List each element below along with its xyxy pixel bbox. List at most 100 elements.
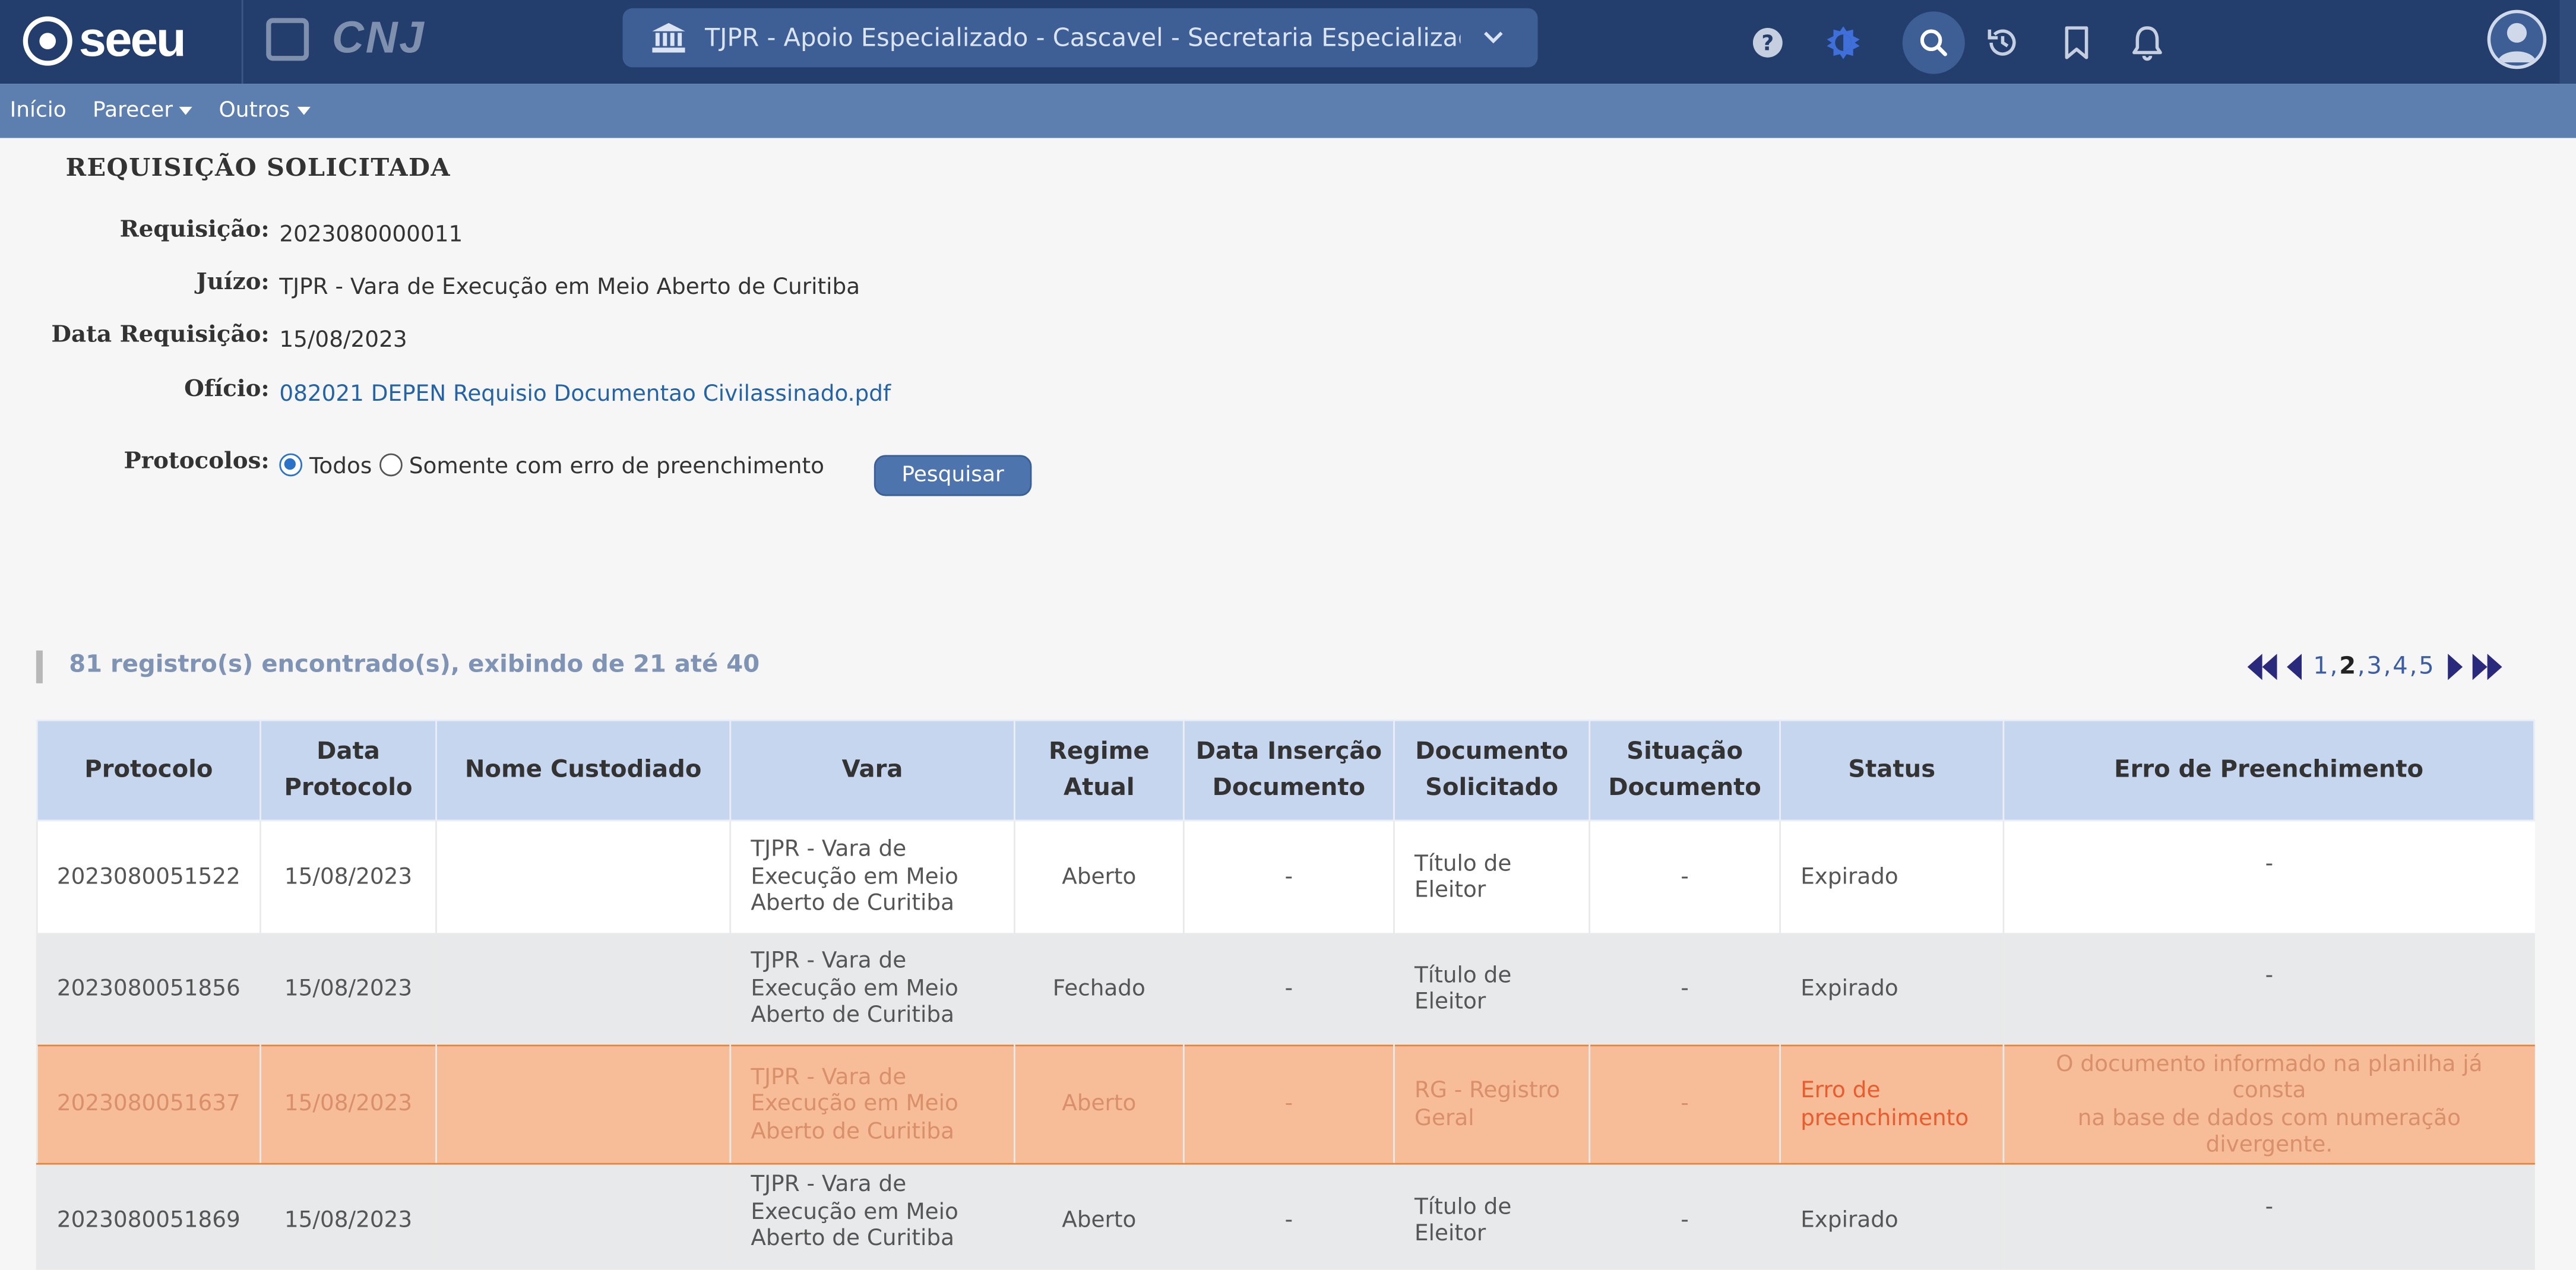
cell-data-protocolo: 15/08/2023: [260, 933, 436, 1046]
protocolos-label: Protocolos:: [124, 448, 270, 475]
seeu-logo-icon: [23, 16, 72, 66]
col-header-status[interactable]: Status: [1779, 719, 2005, 822]
col-header-vara[interactable]: Vara: [729, 719, 1015, 822]
svg-text:?: ?: [1761, 31, 1774, 55]
cell-protocolo: 2023080051522: [36, 820, 261, 933]
table-row-error[interactable]: 2023080051637 15/08/2023 TJPR - Vara de E…: [36, 1044, 2534, 1165]
cell-nome-custodiado: [435, 1044, 730, 1165]
col-header-erro-preenchimento[interactable]: Erro de Preenchimento: [2002, 719, 2535, 822]
cell-status: Expirado: [1779, 933, 2004, 1046]
juizo-label: Juízo:: [196, 269, 270, 296]
cell-situacao-documento: -: [1588, 1164, 1780, 1270]
col-header-regime-atual[interactable]: Regime Atual: [1013, 719, 1185, 822]
results-summary: 81 registro(s) encontrado(s), exibindo d…: [69, 652, 760, 679]
cnj-logo: CNJ: [266, 13, 425, 64]
next-page-icon[interactable]: [2448, 654, 2464, 680]
radio-todos-label[interactable]: Todos: [309, 454, 372, 480]
court-selector[interactable]: TJPR - Apoio Especializado - Cascavel - …: [622, 8, 1538, 68]
cell-data-protocolo: 15/08/2023: [260, 1044, 436, 1165]
cell-documento-solicitado: RG - Registro Geral: [1393, 1044, 1590, 1165]
cell-regime-atual: Aberto: [1013, 820, 1184, 933]
cell-protocolo: 2023080051856: [36, 933, 261, 1046]
protocolos-table: Protocolo Data Protocolo Nome Custodiado …: [36, 719, 2535, 1270]
summary-accent-bar: [36, 650, 43, 683]
data-requisicao-value: 15/08/2023: [279, 327, 407, 353]
header-edge-handle: [2559, 0, 2576, 84]
col-header-protocolo[interactable]: Protocolo: [36, 719, 261, 822]
cell-regime-atual: Fechado: [1013, 933, 1184, 1046]
cell-vara: TJPR - Vara de Execução em Meio Aberto de …: [729, 820, 1015, 933]
page-title: REQUISIÇÃO SOLICITADA: [65, 153, 451, 183]
cell-status: Expirado: [1779, 820, 2004, 933]
requisicao-label: Requisição:: [119, 217, 270, 243]
courthouse-icon: [652, 23, 685, 53]
search-icon: [1920, 29, 1947, 56]
table-row[interactable]: 2023080051522 15/08/2023 TJPR - Vara de E…: [36, 820, 2534, 933]
seeu-logo-text: seeu: [78, 13, 186, 68]
cell-regime-atual: Aberto: [1013, 1164, 1184, 1270]
first-page-icon[interactable]: [2247, 654, 2277, 680]
cell-nome-custodiado: [435, 933, 730, 1046]
cell-status: Expirado: [1779, 1164, 2004, 1270]
oficio-link[interactable]: 082021 DEPEN Requisio Documentao Civilas…: [279, 381, 891, 407]
col-header-data-insercao[interactable]: Data Inserção Documento: [1182, 719, 1395, 822]
cnj-logo-text: CNJ: [331, 13, 426, 63]
user-avatar-icon[interactable]: [2487, 9, 2547, 69]
menu-item-inicio[interactable]: Início: [10, 99, 67, 123]
cell-data-insercao: -: [1182, 1164, 1394, 1270]
col-header-nome-custodiado[interactable]: Nome Custodiado: [435, 719, 732, 822]
menu-item-outros[interactable]: Outros: [219, 99, 310, 123]
header-divider: [241, 0, 243, 84]
bookmark-icon[interactable]: [2045, 11, 2107, 74]
cell-situacao-documento: -: [1588, 820, 1780, 933]
col-header-situacao-documento[interactable]: Situação Documento: [1588, 719, 1781, 822]
pesquisar-button[interactable]: Pesquisar: [874, 455, 1032, 496]
cell-protocolo: 2023080051637: [36, 1044, 261, 1165]
menu-item-parecer[interactable]: Parecer: [93, 99, 193, 123]
prev-page-icon[interactable]: [2287, 654, 2302, 680]
seeu-logo[interactable]: seeu: [23, 13, 186, 69]
radio-somente-erro[interactable]: [379, 453, 402, 477]
col-header-data-protocolo[interactable]: Data Protocolo: [260, 719, 437, 822]
cell-nome-custodiado: [435, 820, 730, 933]
caret-down-icon: [296, 106, 310, 115]
requisicao-value: 2023080000011: [279, 221, 463, 248]
col-header-documento-solicitado[interactable]: Documento Solicitado: [1393, 719, 1591, 822]
help-icon[interactable]: ?: [1736, 11, 1799, 74]
search-button[interactable]: [1902, 11, 1965, 74]
page-link-2-current: 2: [2339, 654, 2356, 680]
caret-down-icon: [179, 106, 193, 115]
last-page-icon[interactable]: [2473, 654, 2503, 680]
cell-erro-preenchimento: -: [2002, 1164, 2534, 1270]
history-icon[interactable]: [1971, 11, 2034, 74]
cell-erro-preenchimento: -: [2002, 820, 2534, 933]
cell-status: Erro de preenchimento: [1779, 1044, 2004, 1165]
cell-erro-preenchimento: O documento informado na planilha já con…: [2002, 1044, 2534, 1165]
radio-somente-erro-label[interactable]: Somente com erro de preenchimento: [409, 454, 824, 480]
cell-erro-preenchimento: -: [2002, 933, 2534, 1046]
table-row[interactable]: 2023080051869 15/08/2023 TJPR - Vara de E…: [36, 1164, 2534, 1270]
oficio-label: Ofício:: [184, 376, 270, 403]
page-link-5[interactable]: 5: [2419, 654, 2434, 680]
cell-documento-solicitado: Título de Eleitor: [1393, 1164, 1590, 1270]
cell-nome-custodiado: [435, 1164, 730, 1270]
cell-data-insercao: -: [1182, 820, 1394, 933]
page-link-4[interactable]: 4: [2393, 654, 2408, 680]
data-requisicao-label: Data Requisição:: [51, 322, 270, 349]
page-link-3[interactable]: 3: [2366, 654, 2382, 680]
pagination: 1, 2, 3, 4, 5: [2247, 651, 2503, 683]
bell-icon[interactable]: [2116, 11, 2178, 74]
theme-icon[interactable]: [1812, 11, 1875, 74]
cell-documento-solicitado: Título de Eleitor: [1393, 820, 1590, 933]
table-row[interactable]: 2023080051856 15/08/2023 TJPR - Vara de E…: [36, 933, 2534, 1046]
main-menu: Início Parecer Outros: [0, 84, 2576, 138]
cell-data-protocolo: 15/08/2023: [260, 1164, 436, 1270]
cell-data-insercao: -: [1182, 1044, 1394, 1165]
table-header-row: Protocolo Data Protocolo Nome Custodiado …: [36, 719, 2535, 822]
radio-todos[interactable]: [279, 453, 303, 477]
cell-vara: TJPR - Vara de Execução em Meio Aberto de …: [729, 1044, 1015, 1165]
chevron-down-icon: [1483, 26, 1503, 50]
juizo-value: TJPR - Vara de Execução em Meio Aberto d…: [279, 274, 860, 301]
top-bar: seeu CNJ TJPR - Apoio Especializado - Ca…: [0, 0, 2576, 84]
page-link-1[interactable]: 1: [2313, 654, 2328, 680]
